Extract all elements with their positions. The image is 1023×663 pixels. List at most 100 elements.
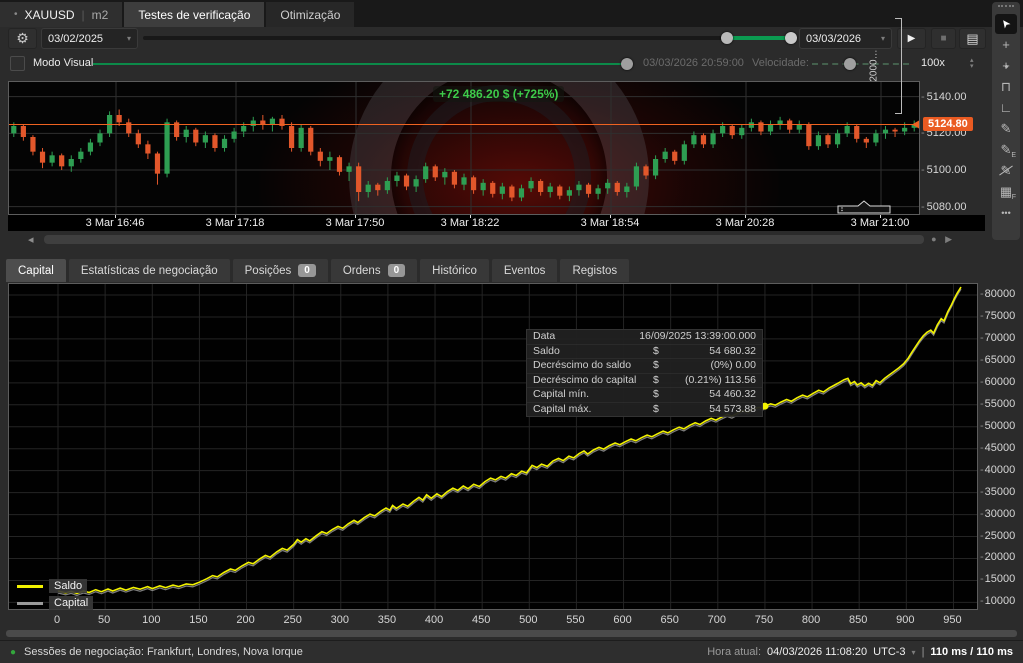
crosshair-sync-icon[interactable]: + [995,56,1017,76]
chevron-down-icon[interactable]: ▾ [912,648,916,657]
tab-optimization[interactable]: Otimização [266,2,354,27]
settings-button[interactable]: ⚙ [8,28,37,49]
polyline-tool-icon: ∟ [1000,100,1013,115]
equity-y-label: -20000 [980,551,1015,563]
cursor-tool-icon[interactable]: ➤ [995,14,1017,34]
price-chart[interactable]: +72 486.20 $ (+725%) [8,81,920,215]
crosshair-icon[interactable]: + [995,35,1017,55]
more-tools-icon[interactable]: ••• [995,203,1017,223]
symbol-status-dot: • [14,9,18,20]
timeline-track[interactable] [143,36,731,40]
frame-tool-icon[interactable]: ⊓ [995,77,1017,97]
timeline-handle-end[interactable] [785,32,797,44]
equity-y-label: -30000 [980,508,1015,520]
tooltip-value: 54 573.88 [669,404,756,416]
spinner-down-icon[interactable]: ▾ [970,64,974,70]
time-marker-flag[interactable] [837,200,895,215]
tab-strategy-tester[interactable]: Testes de verificação [124,2,264,27]
time-axis-label: 3 Mar 21:00 [851,217,910,229]
toolbar-grip[interactable] [998,5,1014,10]
play-icon: ▶ [908,33,916,44]
journal-button[interactable]: ▤ [959,28,986,49]
current-time-value: 04/03/2026 11:08:20 [767,646,867,658]
object-list-icon: ▦ [1000,184,1012,200]
tooltip-row: Saldo$54 680.32 [527,345,762,360]
tooltip-currency: $ [653,360,669,372]
playback-progress-line[interactable] [93,63,621,65]
equity-y-label: -50000 [980,420,1015,432]
pencil-tool-icon: ✎ [1001,121,1012,137]
time-axis[interactable]: 3 Mar 16:463 Mar 17:183 Mar 17:503 Mar 1… [8,215,985,231]
tab-logs[interactable]: Registos [560,259,629,282]
tab-positions[interactable]: Posições0 [233,259,328,282]
start-date-select[interactable]: 03/02/2025 ▾ [41,28,138,49]
tooltip-currency: $ [653,404,669,416]
chart-scrollbar[interactable]: ◂ ● ▶ [8,233,985,246]
timezone-value[interactable]: UTC-3 [873,646,905,658]
tooltip-value: 54 460.32 [669,389,756,401]
equity-y-label: -45000 [980,442,1015,454]
tab-events[interactable]: Eventos [492,259,558,282]
equity-x-label: 200 [236,614,254,626]
pencil-tool-icon[interactable]: ✎ [995,119,1017,139]
tooltip-label: Capital mín. [533,389,653,401]
equity-chart[interactable]: Data16/09/2025 13:39:00.000Saldo$54 680.… [8,283,978,610]
equity-x-label: 700 [708,614,726,626]
equity-scrollbar[interactable] [6,630,1017,638]
text-annotation-icon[interactable]: ✎E [995,140,1017,160]
timeline-handle-start[interactable] [721,32,733,44]
tooltip-value: 16/09/2025 13:39:00.000 [593,331,756,343]
tab-trade-statistics[interactable]: Estatísticas de negociação [69,259,230,282]
chart-scrollbar-thumb[interactable] [44,235,924,244]
tooltip-label: Decréscimo do saldo [533,360,653,372]
tick-dash: - [921,201,925,213]
current-time-label: Hora atual: [707,646,761,658]
tooltip-currency: $ [653,389,669,401]
tab-orders[interactable]: Ordens0 [331,259,417,282]
start-date-value: 03/02/2025 [48,33,103,45]
price-axis-label: -5140.00 [921,91,966,103]
legend-item: Saldo [17,579,93,593]
tooltip-row: Capital mín.$54 460.32 [527,388,762,403]
equity-y-label: -60000 [980,376,1015,388]
polyline-tool-icon[interactable]: ∟ [995,98,1017,118]
stop-icon: ■ [940,33,946,44]
equity-x-label: 950 [943,614,961,626]
equity-y-label: -35000 [980,486,1015,498]
speed-spinner[interactable]: ▴ ▾ [970,58,974,70]
timeframe-label: m2 [92,8,109,22]
playback-progress-handle[interactable] [621,58,633,70]
trading-sessions-text: Sessões de negociação: Frankfurt, Londre… [24,646,303,658]
equity-x-label: 850 [849,614,867,626]
tooltip-label: Capital máx. [533,404,653,416]
status-separator: | [922,646,925,658]
tab-history[interactable]: Histórico [420,259,489,282]
equity-x-label: 0 [54,614,60,626]
speed-slider-handle[interactable] [844,58,856,70]
no-drawing-icon[interactable]: ✎ [995,161,1017,181]
tab-capital[interactable]: Capital [6,259,66,282]
equity-x-axis: 0501001502002503003504004505005506006507… [8,613,978,628]
stop-button[interactable]: ■ [931,28,956,49]
equity-y-label: -65000 [980,354,1015,366]
tooltip-label: Saldo [533,346,653,358]
scroll-to-end-icon[interactable]: ● ▶ [931,234,955,245]
legend-swatch [17,602,43,605]
price-axis-label: -5100.00 [921,164,966,176]
visual-mode-label: Modo Visual [33,57,93,69]
equity-x-label: 100 [142,614,160,626]
visual-mode-checkbox[interactable] [10,56,25,71]
time-axis-label: 3 Mar 17:50 [326,217,385,229]
orders-count-badge: 0 [388,264,406,277]
scroll-left-icon[interactable]: ◂ [28,233,34,246]
end-date-select[interactable]: 03/03/2026 ▾ [799,28,892,49]
time-axis-label: 3 Mar 18:54 [581,217,640,229]
tooltip-value: (0%) 0.00 [669,360,756,372]
equity-y-axis: -10000-15000-20000-25000-30000-35000-400… [978,283,1023,610]
tooltip-row: Decréscimo do saldo$(0%) 0.00 [527,359,762,374]
equity-x-label: 750 [755,614,773,626]
tab-symbol-chart[interactable]: • XAUUSD | m2 [0,2,122,27]
equity-scrollbar-thumb[interactable] [6,630,1017,637]
current-price-tag: 5124.80 [923,117,973,131]
object-list-icon[interactable]: ▦F [995,182,1017,202]
